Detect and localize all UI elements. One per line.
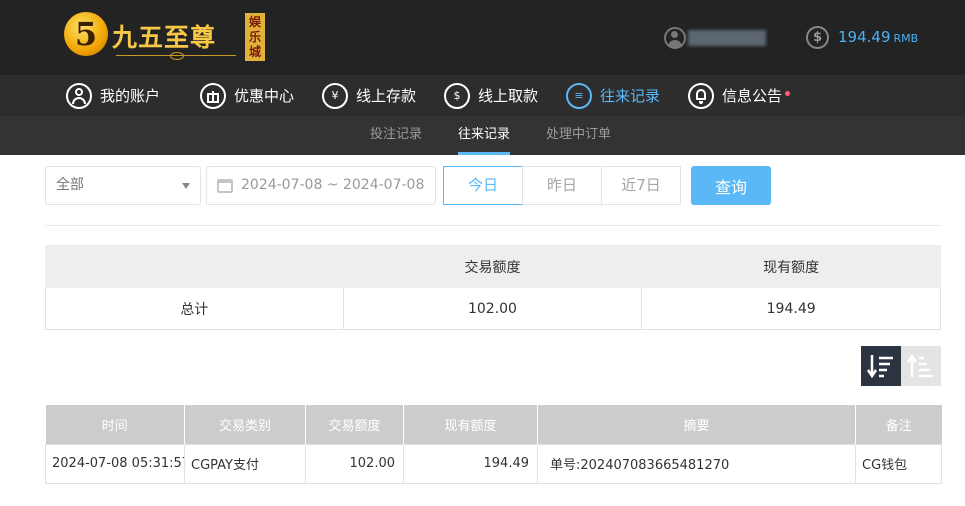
cell-summary: 单号:202407083665481270 [537, 443, 856, 484]
dollar-coin-icon: $ [806, 26, 829, 49]
brand-name: 九五至尊 [112, 23, 217, 52]
tab-transaction-records[interactable]: 往来记录 [458, 116, 511, 155]
tab-bet-records[interactable]: 投注记录 [370, 116, 422, 155]
notification-dot [785, 91, 791, 96]
sort-ascending-icon [907, 353, 933, 378]
withdraw-icon: $ [444, 82, 470, 109]
nav-item-records[interactable]: ≡ 往来记录 [566, 75, 660, 116]
column-header-balance: 现有额度 [403, 405, 538, 444]
cell-time: 2024-07-08 05:31:57 [45, 443, 185, 484]
cell-amount: 102.00 [305, 443, 404, 484]
main-nav: 我的账户 优惠中心 ¥ 线上存款 $ 线上取款 ≡ 往来记录 信息公告 [0, 75, 965, 116]
account-balance: 194.49 RMB [838, 28, 918, 46]
nav-label: 线上存款 [356, 87, 417, 105]
records-icon: ≡ [566, 82, 592, 109]
sort-descending-button[interactable] [861, 346, 901, 386]
balance-currency: RMB [893, 32, 919, 45]
sub-nav: 投注记录 往来记录 处理中订单 [0, 116, 965, 155]
nav-label: 往来记录 [600, 87, 661, 105]
tab-pending-orders[interactable]: 处理中订单 [546, 116, 611, 155]
summary-label: 总计 [45, 287, 344, 330]
nav-label: 线上取款 [478, 87, 539, 105]
range-today-button[interactable]: 今日 [443, 166, 523, 205]
type-select-value: 全部 [56, 177, 84, 193]
table-row: 2024-07-08 05:31:57 CGPAY支付 102.00 194.4… [45, 443, 942, 484]
brand-logo[interactable]: 5 九五至尊 娱乐城 [64, 10, 274, 66]
logo-badge-icon: 5 [64, 12, 108, 56]
range-7days-button[interactable]: 近7日 [601, 166, 681, 205]
column-header-remark: 备注 [855, 405, 942, 444]
cell-balance: 194.49 [403, 443, 538, 484]
records-header-row: 时间 交易类别 交易额度 现有额度 摘要 备注 [45, 405, 942, 444]
summary-header-cell: 交易额度 [342, 245, 643, 288]
nav-label: 优惠中心 [234, 87, 295, 105]
query-button[interactable]: 查询 [691, 166, 771, 205]
deposit-icon: ¥ [322, 82, 348, 109]
nav-item-promotions[interactable]: 优惠中心 [200, 75, 294, 116]
user-icon [66, 82, 92, 109]
range-yesterday-button[interactable]: 昨日 [522, 166, 602, 205]
date-range-value: 2024-07-08 ~ 2024-07-08 [241, 177, 425, 193]
nav-item-my-account[interactable]: 我的账户 [66, 75, 160, 116]
nav-item-withdraw[interactable]: $ 线上取款 [444, 75, 538, 116]
caret-down-icon [182, 183, 190, 189]
date-range-input[interactable]: 2024-07-08 ~ 2024-07-08 [206, 166, 436, 205]
nav-item-deposit[interactable]: ¥ 线上存款 [322, 75, 416, 116]
summary-header-row: 交易额度 现有额度 [45, 245, 941, 288]
column-header-amount: 交易额度 [305, 405, 404, 444]
brand-tag: 娱乐城 [245, 13, 265, 61]
column-header-type: 交易类别 [184, 405, 306, 444]
summary-total-row: 总计 102.00 194.49 [45, 287, 941, 330]
summary-transaction-amount: 102.00 [342, 287, 643, 330]
summary-table: 交易额度 现有额度 总计 102.00 194.49 [45, 245, 941, 330]
summary-header-cell [45, 245, 344, 288]
bell-icon [688, 82, 714, 109]
summary-header-cell: 现有额度 [641, 245, 941, 288]
nav-label: 信息公告 [722, 85, 791, 106]
user-avatar-icon[interactable] [664, 27, 686, 49]
sort-descending-icon [867, 355, 893, 379]
balance-value: 194.49 [838, 28, 891, 46]
cell-type: CGPAY支付 [184, 443, 306, 484]
column-header-time: 时间 [45, 405, 185, 444]
section-divider [45, 225, 941, 226]
nav-label: 我的账户 [100, 87, 161, 105]
username-masked [688, 30, 766, 46]
summary-current-balance: 194.49 [641, 287, 941, 330]
logo-ornament [116, 52, 236, 60]
calendar-icon [217, 179, 233, 193]
cell-remark: CG钱包 [855, 443, 942, 484]
nav-item-announcements[interactable]: 信息公告 [688, 75, 791, 116]
top-header: 5 九五至尊 娱乐城 $ 194.49 RMB [0, 0, 965, 75]
sort-ascending-button[interactable] [901, 346, 941, 386]
column-header-summary: 摘要 [537, 405, 856, 444]
type-select[interactable]: 全部 [45, 166, 201, 205]
records-table: 时间 交易类别 交易额度 现有额度 摘要 备注 2024-07-08 05:31… [45, 405, 942, 484]
gift-icon [200, 82, 226, 109]
